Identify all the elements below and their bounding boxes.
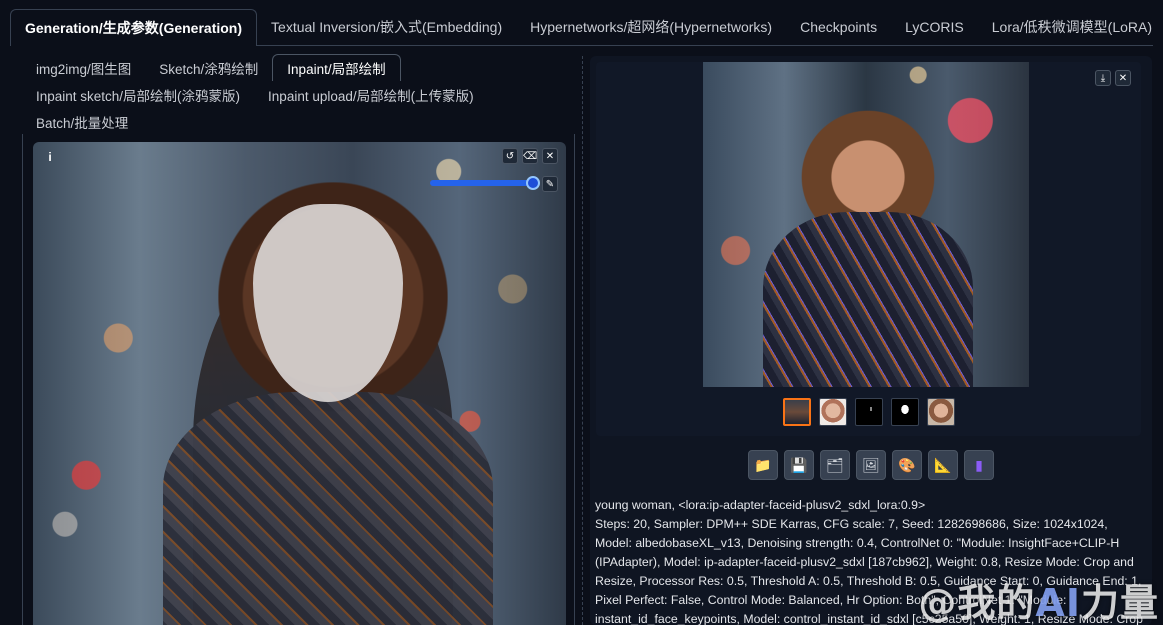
folder-icon[interactable]: 📁	[748, 450, 778, 480]
tab-lycoris[interactable]: LyCORIS	[891, 9, 978, 45]
source-image-armor	[163, 392, 493, 625]
gallery-toolbar: ⤓ ✕	[1095, 70, 1131, 86]
battery-icon[interactable]: ▮	[964, 450, 994, 480]
img2img-panel: img2img/图生图 Sketch/涂鸦绘制 Inpaint/局部绘制 Inp…	[10, 46, 580, 625]
inpaint-canvas-frame: i ↺ ⌫ ✕ ✎	[22, 134, 575, 625]
mode-tab-row: Batch/批量处理	[22, 108, 582, 135]
thumbnail[interactable]	[854, 398, 883, 426]
mode-tab-row: img2img/图生图 Sketch/涂鸦绘制 Inpaint/局部绘制	[22, 54, 582, 81]
close-icon[interactable]: ✕	[542, 148, 558, 164]
watermark-prefix: @我的	[918, 581, 1036, 625]
close-icon[interactable]: ✕	[1115, 70, 1131, 86]
output-image-armor	[763, 212, 973, 387]
tab-inpaint-upload[interactable]: Inpaint upload/局部绘制(上传蒙版)	[254, 81, 488, 108]
tab-generation[interactable]: Generation/生成参数(Generation)	[10, 9, 258, 46]
image-icon[interactable]: 🖼	[856, 450, 886, 480]
download-icon[interactable]: ⤓	[1095, 70, 1111, 86]
tab-checkpoints[interactable]: Checkpoints	[786, 9, 891, 45]
tab-sketch[interactable]: Sketch/涂鸦绘制	[145, 54, 272, 81]
brush-icon[interactable]: ✎	[542, 176, 558, 192]
output-action-bar: 📁 💾 🗂 🖼 🎨 📐 ▮	[590, 450, 1152, 480]
tab-img2img[interactable]: img2img/图生图	[22, 54, 145, 81]
ruler-icon[interactable]: 📐	[928, 450, 958, 480]
tab-inpaint-sketch[interactable]: Inpaint sketch/局部绘制(涂鸦蒙版)	[22, 81, 254, 108]
palette-icon[interactable]: 🎨	[892, 450, 922, 480]
watermark-ai: AI	[1035, 581, 1081, 625]
output-gallery: ⤓ ✕	[596, 62, 1141, 436]
tab-batch[interactable]: Batch/批量处理	[22, 108, 142, 135]
output-image[interactable]	[703, 62, 1029, 387]
thumbnail[interactable]	[890, 398, 919, 426]
thumbnail-strip	[596, 398, 1141, 426]
top-tab-bar: Generation/生成参数(Generation) Textual Inve…	[10, 9, 1153, 46]
tab-lora[interactable]: Lora/低秩微调模型(LoRA)	[978, 9, 1163, 45]
output-panel: ⤓ ✕ 📁 💾 🗂 🖼 🎨 📐 ▮ young woman, <lora:ip-…	[590, 56, 1152, 625]
undo-icon[interactable]: ↺	[502, 148, 518, 164]
brush-size-slider[interactable]	[430, 180, 538, 186]
thumbnail[interactable]	[782, 398, 811, 426]
info-icon[interactable]: i	[41, 148, 59, 166]
canvas-toolbar: ↺ ⌫ ✕	[502, 148, 558, 164]
save-icon[interactable]: 💾	[784, 450, 814, 480]
brush-size-handle[interactable]	[526, 176, 540, 190]
tab-inpaint[interactable]: Inpaint/局部绘制	[272, 54, 401, 81]
panel-divider	[582, 56, 583, 625]
thumbnail[interactable]	[926, 398, 955, 426]
inpaint-canvas[interactable]: i ↺ ⌫ ✕ ✎	[33, 142, 566, 625]
mode-tab-row: Inpaint sketch/局部绘制(涂鸦蒙版) Inpaint upload…	[22, 81, 582, 108]
archive-icon[interactable]: 🗂	[820, 450, 850, 480]
thumbnail[interactable]	[818, 398, 847, 426]
img2img-mode-tabs: img2img/图生图 Sketch/涂鸦绘制 Inpaint/局部绘制 Inp…	[22, 54, 582, 135]
tab-textual-inversion[interactable]: Textual Inversion/嵌入式(Embedding)	[257, 9, 516, 45]
tab-hypernetworks[interactable]: Hypernetworks/超网络(Hypernetworks)	[516, 9, 786, 45]
watermark-suffix: 力量	[1080, 581, 1159, 625]
eraser-icon[interactable]: ⌫	[522, 148, 538, 164]
generation-prompt: young woman, <lora:ip-adapter-faceid-plu…	[595, 498, 926, 512]
watermark: @我的AI力量	[918, 572, 1159, 625]
